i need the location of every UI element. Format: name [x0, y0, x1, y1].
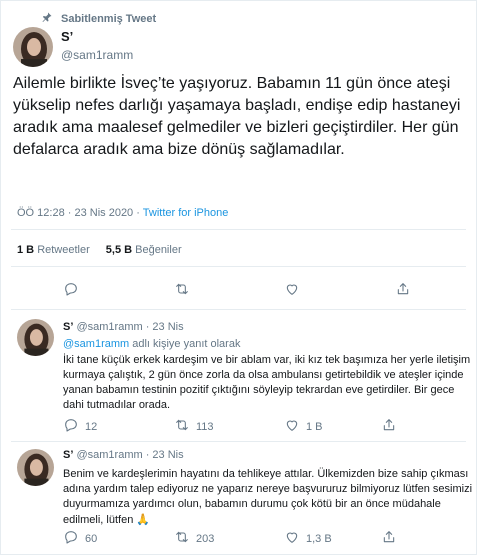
divider — [11, 266, 466, 267]
reply-header: S’ @sam1ramm · 23 Nis — [63, 449, 473, 461]
like-icon — [284, 417, 300, 436]
folded-hands-emoji: 🙏 — [136, 513, 151, 526]
tweet-text: Ailemle birlikte İsveç’te yaşıyoruz. Bab… — [13, 75, 461, 158]
like-button[interactable]: 1 B — [284, 417, 323, 436]
retweet-button[interactable]: 113 — [174, 417, 214, 436]
retweet-button[interactable]: 203 — [174, 529, 214, 548]
divider — [11, 309, 466, 310]
share-button[interactable] — [381, 529, 397, 548]
tweet-author[interactable]: S’ @sam1ramm — [61, 29, 133, 62]
retweet-count: 113 — [196, 420, 214, 433]
display-name[interactable]: S’ — [63, 321, 73, 333]
retweet-icon — [174, 529, 190, 548]
retweet-icon — [174, 281, 190, 300]
avatar[interactable] — [13, 27, 53, 67]
main-action-bar — [1, 281, 477, 301]
reply-count: 60 — [85, 532, 98, 545]
reply-icon — [63, 529, 79, 548]
avatar[interactable] — [17, 319, 54, 356]
handle-time[interactable]: @sam1ramm · 23 Nis — [76, 321, 183, 333]
like-count: 1 B — [306, 420, 323, 433]
pin-icon — [41, 11, 53, 26]
like-button[interactable] — [284, 281, 300, 300]
share-button[interactable] — [395, 281, 411, 300]
display-name[interactable]: S’ — [63, 449, 73, 461]
like-icon — [284, 529, 300, 548]
like-icon — [284, 281, 300, 300]
reply-header: S’ @sam1ramm · 23 Nis — [63, 321, 473, 333]
share-icon — [381, 417, 397, 436]
share-icon — [395, 281, 411, 300]
like-button[interactable]: 1,3 B — [284, 529, 332, 548]
retweet-icon — [174, 417, 190, 436]
tweet-stats: 1 B Retweetler 5,5 B Beğeniler — [17, 244, 182, 256]
tweet-timestamp[interactable]: ÖÖ 12:28 · 23 Nis 2020 · — [17, 207, 143, 219]
reply-text: İki tane küçük erkek kardeşim ve bir abl… — [63, 354, 471, 411]
retweet-count: 203 — [196, 532, 215, 545]
retweet-button[interactable] — [174, 281, 190, 300]
reply-action-bar: 60 203 1,3 B — [1, 529, 477, 549]
reply-text: Benim ve kardeşlerimin hayatını da tehli… — [63, 468, 473, 526]
avatar[interactable] — [17, 449, 54, 486]
replying-to: @sam1ramm adlı kişiye yanıt olarak — [63, 338, 241, 350]
mention-link[interactable]: @sam1ramm — [63, 338, 129, 350]
reply-count: 12 — [85, 420, 98, 433]
reply-tweet[interactable]: S’ @sam1ramm · 23 Nis Benim ve kardeşler… — [63, 449, 473, 528]
pinned-tweet-label: Sabitlenmiş Tweet — [41, 11, 156, 26]
reply-button[interactable]: 60 — [63, 529, 97, 548]
share-button[interactable] — [381, 417, 397, 436]
tweet-thread: Sabitlenmiş Tweet S’ @sam1ramm Ailemle b… — [0, 0, 477, 555]
user-handle[interactable]: @sam1ramm — [61, 48, 133, 62]
reply-icon — [63, 281, 79, 300]
reply-action-bar: 12 113 1 B — [1, 417, 477, 437]
retweets-stat[interactable]: 1 B Retweetler — [17, 244, 90, 256]
likes-stat[interactable]: 5,5 B Beğeniler — [106, 244, 182, 256]
tweet-meta: ÖÖ 12:28 · 23 Nis 2020 · Twitter for iPh… — [17, 207, 228, 219]
reply-button[interactable] — [63, 281, 79, 300]
divider — [11, 229, 466, 230]
divider — [11, 441, 466, 442]
reply-button[interactable]: 12 — [63, 417, 97, 436]
tweet-source-link[interactable]: Twitter for iPhone — [143, 207, 229, 219]
reply-tweet[interactable]: S’ @sam1ramm · 23 Nis @sam1ramm adlı kiş… — [63, 321, 473, 413]
reply-icon — [63, 417, 79, 436]
like-count: 1,3 B — [306, 532, 332, 545]
handle-time[interactable]: @sam1ramm · 23 Nis — [76, 449, 183, 461]
display-name[interactable]: S’ — [61, 29, 133, 44]
share-icon — [381, 529, 397, 548]
